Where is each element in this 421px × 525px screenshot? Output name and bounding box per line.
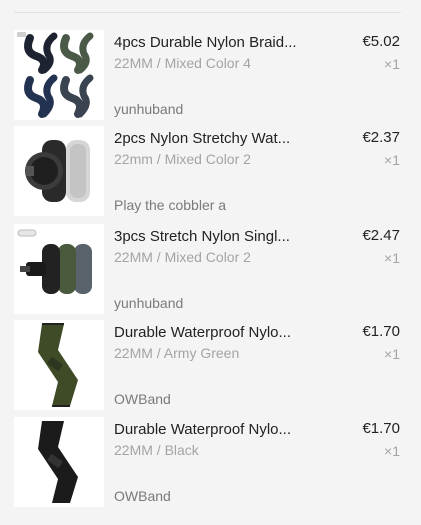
product-thumbnail[interactable] bbox=[14, 30, 104, 120]
product-price: €2.37 bbox=[362, 129, 400, 146]
product-quantity: ×1 bbox=[384, 346, 400, 362]
product-image bbox=[14, 126, 104, 216]
order-item[interactable]: Durable Waterproof Nylo... 22MM / Black … bbox=[0, 417, 421, 507]
product-image bbox=[14, 224, 104, 314]
store-name[interactable]: yunhuband bbox=[114, 295, 183, 311]
product-thumbnail[interactable] bbox=[14, 320, 104, 410]
product-price: €1.70 bbox=[362, 420, 400, 437]
product-quantity: ×1 bbox=[384, 56, 400, 72]
order-item-list: 4pcs Durable Nylon Braid... 22MM / Mixed… bbox=[0, 0, 421, 525]
order-item[interactable]: 3pcs Stretch Nylon Singl... 22MM / Mixed… bbox=[0, 224, 421, 314]
store-name[interactable]: Play the cobbler a bbox=[114, 197, 226, 213]
store-name[interactable]: OWBand bbox=[114, 391, 171, 407]
product-price: €1.70 bbox=[362, 323, 400, 340]
product-variant: 22mm / Mixed Color 2 bbox=[114, 151, 251, 167]
product-variant: 22MM / Mixed Color 4 bbox=[114, 55, 251, 71]
product-image bbox=[14, 320, 104, 410]
product-thumbnail[interactable] bbox=[14, 224, 104, 314]
product-image bbox=[14, 417, 104, 507]
product-quantity: ×1 bbox=[384, 250, 400, 266]
product-title[interactable]: 3pcs Stretch Nylon Singl... bbox=[114, 228, 319, 245]
product-title[interactable]: 4pcs Durable Nylon Braid... bbox=[114, 34, 319, 51]
order-item[interactable]: 2pcs Nylon Stretchy Wat... 22mm / Mixed … bbox=[0, 126, 421, 216]
product-variant: 22MM / Army Green bbox=[114, 345, 240, 361]
product-variant: 22MM / Mixed Color 2 bbox=[114, 249, 251, 265]
product-thumbnail[interactable] bbox=[14, 417, 104, 507]
product-thumbnail[interactable] bbox=[14, 126, 104, 216]
order-item[interactable]: 4pcs Durable Nylon Braid... 22MM / Mixed… bbox=[0, 30, 421, 120]
product-quantity: ×1 bbox=[384, 152, 400, 168]
product-title[interactable]: Durable Waterproof Nylo... bbox=[114, 324, 319, 341]
store-name[interactable]: OWBand bbox=[114, 488, 171, 504]
store-name[interactable]: yunhuband bbox=[114, 101, 183, 117]
product-image bbox=[14, 30, 104, 120]
product-price: €5.02 bbox=[362, 33, 400, 50]
order-item[interactable]: Durable Waterproof Nylo... 22MM / Army G… bbox=[0, 320, 421, 410]
product-quantity: ×1 bbox=[384, 443, 400, 459]
product-variant: 22MM / Black bbox=[114, 442, 199, 458]
product-price: €2.47 bbox=[362, 227, 400, 244]
product-title[interactable]: 2pcs Nylon Stretchy Wat... bbox=[114, 130, 319, 147]
product-title[interactable]: Durable Waterproof Nylo... bbox=[114, 421, 319, 438]
